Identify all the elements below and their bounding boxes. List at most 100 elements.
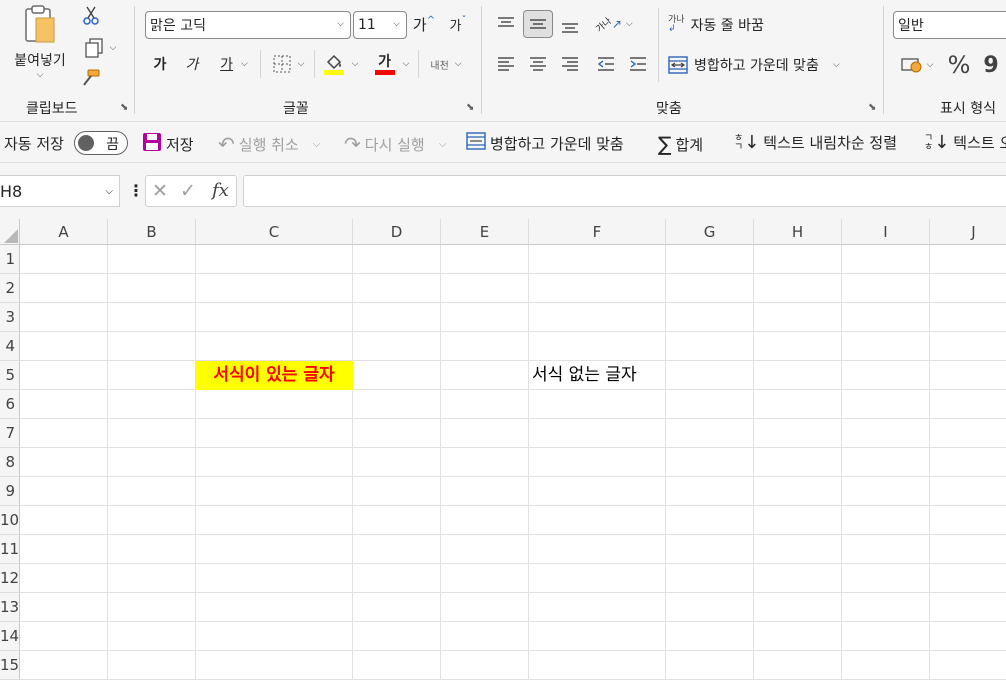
column-gridline [753, 245, 754, 679]
row-gridline [20, 302, 1006, 303]
orientation-icon: 가나 ↗ [595, 16, 622, 34]
dialog-launcher-icon[interactable]: ⬊ [868, 102, 876, 113]
chevron-down-icon: ⌵ [312, 138, 321, 150]
sigma-icon: ∑ [658, 132, 672, 156]
column-header-j[interactable]: J [930, 219, 1006, 245]
group-divider [418, 50, 419, 78]
decrease-indent-button[interactable] [592, 52, 620, 76]
paint-bucket-icon [323, 54, 344, 75]
align-top-button[interactable] [492, 10, 520, 38]
row-header-15[interactable]: 15 [0, 651, 20, 680]
column-gridline [841, 245, 842, 679]
cut-button[interactable] [80, 4, 102, 28]
row-header-4[interactable]: 4 [0, 332, 20, 361]
cell-f5[interactable]: 서식 없는 글자 [529, 361, 666, 390]
autosave-toggle[interactable]: 끔 [73, 131, 128, 155]
column-header-b[interactable]: B [108, 219, 196, 245]
row-header-7[interactable]: 7 [0, 419, 20, 448]
format-painter-button[interactable] [80, 66, 102, 90]
column-header-d[interactable]: D [353, 219, 441, 245]
italic-label: 가 [185, 57, 199, 73]
group-divider [260, 50, 261, 78]
select-all-corner[interactable] [0, 219, 20, 245]
group-divider [481, 6, 482, 114]
shrink-font-button[interactable]: 가ˇ [444, 12, 472, 36]
row-header-13[interactable]: 13 [0, 593, 20, 622]
sort-descending-button[interactable]: ㅎㄱ ↓ 텍스트 내림차순 정렬 [734, 132, 897, 153]
font-name-combo[interactable]: 맑은 고딕 ⌵ [145, 11, 351, 39]
align-right-button[interactable] [556, 52, 584, 76]
sort-ascending-button[interactable]: ㄱㅎ↓ 텍스트 오 [924, 132, 1006, 153]
column-header-i[interactable]: I [842, 219, 930, 245]
row-header-5[interactable]: 5 [0, 361, 20, 390]
row-gridline [20, 534, 1006, 535]
column-header-f[interactable]: F [529, 219, 666, 245]
align-bottom-icon [561, 18, 579, 34]
column-header-a[interactable]: A [20, 219, 108, 245]
decrease-indent-icon [597, 56, 615, 72]
comma-style-button[interactable]: 9 [980, 50, 1002, 80]
column-header-c[interactable]: C [196, 219, 353, 245]
paste-icon [20, 4, 60, 46]
number-format-value: 일반 [898, 18, 924, 34]
align-left-button[interactable] [492, 52, 520, 76]
dialog-launcher-icon[interactable]: ⬊ [120, 102, 128, 113]
orientation-button[interactable]: 가나 ↗ ⌵ [592, 10, 636, 38]
save-button[interactable]: 저장 [142, 132, 194, 156]
qat-merge-center-button[interactable]: 병합하고 가운데 맞춤 [466, 132, 624, 154]
row-header-2[interactable]: 2 [0, 274, 20, 303]
insert-function-icon[interactable]: fx [212, 180, 229, 201]
more-options-icon[interactable]: ⋮ [128, 181, 144, 200]
save-label: 저장 [166, 135, 194, 154]
undo-button[interactable]: ↶ 실행 취소 ⌵ [218, 132, 320, 156]
paste-button[interactable]: 붙여넣기 ⌵ [6, 4, 74, 92]
formula-input[interactable] [243, 175, 1006, 207]
row-header-6[interactable]: 6 [0, 390, 20, 419]
underline-button[interactable]: 가 ⌵ [212, 52, 256, 76]
name-box[interactable]: H8 ⌵ [0, 175, 120, 207]
autosave-state: 끔 [106, 137, 119, 153]
align-middle-button[interactable] [523, 10, 553, 38]
merge-center-button[interactable]: 병합하고 가운데 맞춤 ⌵ [668, 52, 874, 78]
grow-font-button[interactable]: 가 ^ [410, 12, 438, 36]
phonetic-guide-button[interactable]: 내천 ⌵ [422, 50, 470, 78]
increase-indent-button[interactable] [624, 52, 652, 76]
dialog-launcher-icon[interactable]: ⬊ [466, 102, 474, 113]
row-header-14[interactable]: 14 [0, 622, 20, 651]
number-format-combo[interactable]: 일반 [893, 11, 1006, 39]
ribbon: 붙여넣기 ⌵ ⌵ 클립보드 ⬊ 맑은 고딕 ⌵ 11 ⌵ 가^ 가ˇ 가 가 [0, 0, 1006, 121]
copy-button[interactable]: ⌵ [78, 36, 122, 60]
column-header-h[interactable]: H [754, 219, 842, 245]
row-header-10[interactable]: 10 [0, 506, 20, 535]
align-bottom-button[interactable] [556, 12, 584, 40]
redo-button[interactable]: ↷ 다시 실행 ⌵ [344, 132, 446, 156]
fill-color-button[interactable]: ⌵ [320, 50, 362, 78]
row-header-8[interactable]: 8 [0, 448, 20, 477]
autosave-label: 자동 저장 [4, 134, 64, 153]
row-header-9[interactable]: 9 [0, 477, 20, 506]
formula-buttons: ✕ ✓ fx [145, 175, 237, 207]
chevron-down-icon: ⌵ [402, 59, 410, 69]
cancel-icon[interactable]: ✕ [152, 180, 168, 202]
font-size-combo[interactable]: 11 ⌵ [353, 11, 407, 39]
autosave-control[interactable]: 자동 저장 끔 [4, 131, 128, 155]
row-header-12[interactable]: 12 [0, 564, 20, 593]
autosum-button[interactable]: ∑ 합계 [658, 132, 703, 156]
column-header-e[interactable]: E [441, 219, 529, 245]
align-center-button[interactable] [524, 52, 552, 76]
italic-button[interactable]: 가 [180, 52, 204, 76]
chevron-down-icon: ⌵ [36, 70, 44, 80]
cell-c5[interactable]: 서식이 있는 글자 [195, 361, 353, 390]
font-color-button[interactable]: 가 ⌵ [370, 50, 414, 78]
chevron-down-icon: ⌵ [438, 138, 447, 150]
percent-style-button[interactable]: % [944, 50, 974, 80]
row-header-1[interactable]: 1 [0, 245, 20, 274]
enter-icon[interactable]: ✓ [180, 180, 196, 202]
borders-button[interactable]: ⌵ [266, 52, 310, 76]
wrap-text-button[interactable]: 가나 ↲ 자동 줄 바꿈 [668, 12, 788, 38]
row-header-11[interactable]: 11 [0, 535, 20, 564]
column-header-g[interactable]: G [666, 219, 754, 245]
row-header-3[interactable]: 3 [0, 303, 20, 332]
bold-button[interactable]: 가 [148, 52, 172, 76]
accounting-format-button[interactable]: ⌵ [894, 52, 940, 78]
